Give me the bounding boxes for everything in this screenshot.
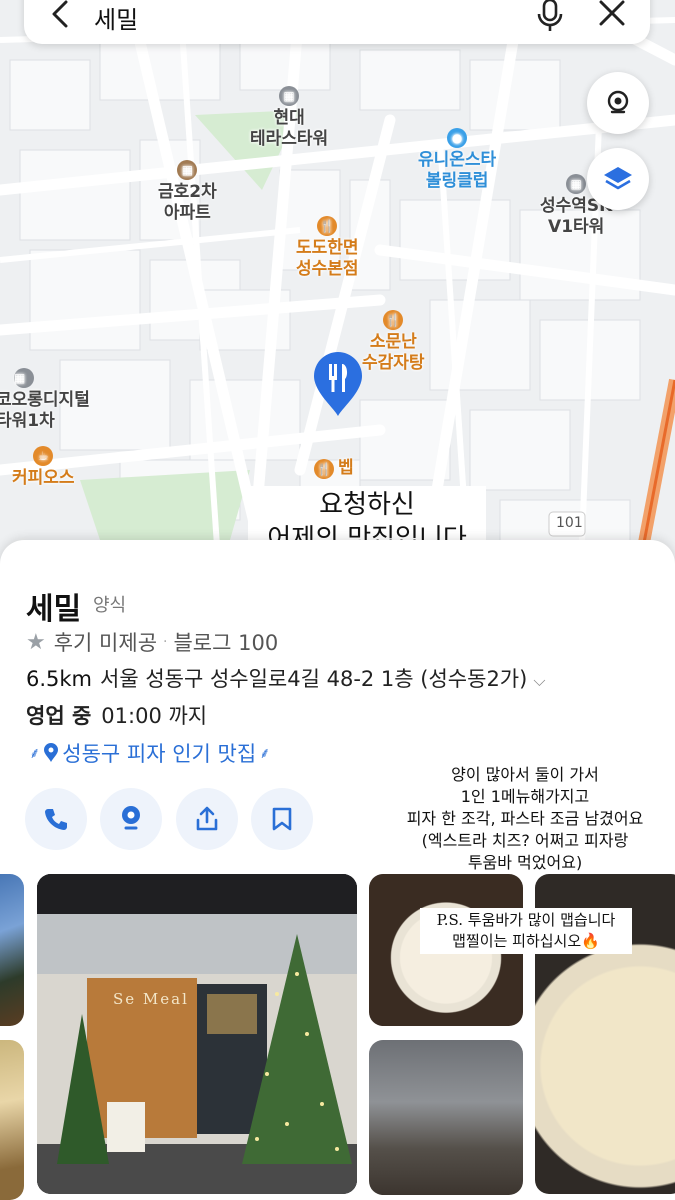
storefront-photo[interactable]: Se Meal <box>37 874 357 1194</box>
map-layers-button[interactable] <box>587 148 649 210</box>
map-view[interactable]: ▦ 현대 테라스타워 ● 유니온스타 볼링클럽 ▦ 금호2차 아파트 ▦ 성수역… <box>0 0 675 590</box>
poi-union-star-bowling[interactable]: ● 유니온스타 볼링클럽 <box>418 128 496 192</box>
ps-line-1: P.S. 투움바가 많이 맵습니다 <box>436 911 616 929</box>
address-row[interactable]: 6.5km 서울 성동구 성수일로4길 48-2 1층 (성수동2가) ⌵ <box>26 663 545 693</box>
search-bar: 세밀 <box>24 0 650 44</box>
microphone-icon[interactable] <box>532 0 568 34</box>
interior-photo[interactable] <box>369 1040 523 1195</box>
laurel-left-icon: ⸙ <box>29 744 41 762</box>
layers-icon <box>604 167 632 190</box>
poi-label: 유니온스타 볼링클럽 <box>418 150 497 191</box>
share-button[interactable] <box>176 788 238 850</box>
coffee-cup-icon: ☕ <box>33 446 54 466</box>
poi-label: 도도한면 성수본점 <box>296 238 359 279</box>
star-icon: ★ <box>26 629 46 655</box>
caption-line-1: 요청하신 <box>319 490 415 520</box>
distance: 6.5km <box>26 667 93 691</box>
review-summary: ★ 후기 미제공 · 블로그 100 <box>26 627 278 657</box>
poi-label: 벱 <box>338 458 354 478</box>
poi-label: 소문난 수감자탕 <box>362 332 425 373</box>
poi-coffee-os[interactable]: ☕ 커피오스 <box>12 446 75 489</box>
poi-label: 커피오스 <box>12 468 75 488</box>
laurel-right-icon: ⸙ <box>259 744 271 762</box>
separator-dot: · <box>163 634 168 650</box>
map-pin-icon <box>122 806 140 830</box>
poi-kumho-apartment[interactable]: ▦ 금호2차 아파트 <box>158 160 217 224</box>
bookmark-icon <box>272 807 292 831</box>
note-line-3: 피자 한 조각, 파스타 조금 남겼어요 <box>406 809 644 828</box>
rating-text: 후기 미제공 <box>53 631 158 655</box>
poi-somunnan-gamjatang[interactable]: 🍴 소문난 수감자탕 <box>362 310 425 374</box>
phone-icon <box>45 809 67 830</box>
address-text: 서울 성동구 성수일로4길 48-2 1층 (성수동2가) <box>100 667 528 691</box>
poi-dodohan-myeon[interactable]: 🍴 도도한면 성수본점 <box>296 216 359 280</box>
popular-badge[interactable]: ⸙ 성동구 피자 인기 맛집 ⸙ <box>26 738 273 768</box>
search-query[interactable]: 세밀 <box>94 0 138 35</box>
road-number: 101 <box>556 515 583 531</box>
place-detail-sheet: 세밀 양식 ★ 후기 미제공 · 블로그 100 6.5km 서울 성동구 성수일… <box>0 540 675 1200</box>
current-location-button[interactable] <box>587 72 649 134</box>
poi-label: 금호2차 아파트 <box>158 182 217 223</box>
note-line-2: 1인 1메뉴해가지고 <box>460 787 590 806</box>
share-icon <box>196 806 218 831</box>
bowling-icon: ● <box>447 128 468 148</box>
directions-button[interactable] <box>100 788 162 850</box>
ps-note-overlay: P.S. 투움바가 많이 맵습니다 맵찔이는 피하십시오🔥 <box>420 908 632 954</box>
fork-knife-icon: 🍴 <box>383 310 404 330</box>
call-button[interactable] <box>25 788 87 850</box>
storefront-illustration <box>37 874 357 1194</box>
save-button[interactable] <box>251 788 313 850</box>
fork-knife-icon: 🍴 <box>317 216 338 236</box>
location-target-icon <box>607 90 629 114</box>
closing-time: 01:00 까지 <box>101 704 208 728</box>
poi-beb[interactable]: 🍴 벱 <box>314 458 354 479</box>
note-line-4: (엑스트라 치즈? 어쩌고 피자랑 <box>421 831 629 850</box>
storefront-sign: Se Meal <box>113 990 189 1008</box>
fork-knife-icon: 🍴 <box>314 458 334 479</box>
chevron-left-icon[interactable] <box>46 0 76 34</box>
place-category: 양식 <box>93 595 127 616</box>
popular-tag-text: 성동구 피자 인기 맛집 <box>62 742 257 766</box>
apartment-icon: ▦ <box>177 160 198 180</box>
blog-review-count[interactable]: 블로그 100 <box>173 627 278 657</box>
selected-place-pin[interactable] <box>312 352 364 422</box>
place-name: 세밀 <box>26 592 82 627</box>
note-line-5: 투움바 먹었어요) <box>467 853 583 872</box>
photo-thumbnail[interactable] <box>0 874 24 1026</box>
poi-label: 코오롱디지털 타워1차 <box>0 390 90 431</box>
photo-thumbnail[interactable] <box>0 1040 24 1200</box>
close-icon[interactable] <box>594 0 630 34</box>
fork-knife-pin-icon <box>314 352 362 416</box>
building-icon: ▦ <box>566 174 587 194</box>
map-pin-icon <box>44 743 59 762</box>
hours-row[interactable]: 영업 중 01:00 까지 <box>26 700 207 730</box>
ps-line-2: 맵찔이는 피하십시오🔥 <box>452 932 600 950</box>
note-line-1: 양이 많아서 둘이 가서 <box>451 765 599 784</box>
chevron-down-icon[interactable]: ⌵ <box>533 671 545 690</box>
poi-label: 현대 테라스타워 <box>250 108 329 149</box>
building-icon: ▦ <box>279 86 300 106</box>
open-status: 영업 중 <box>26 704 92 728</box>
building-icon: ▦ <box>14 368 34 388</box>
review-note-overlay: 양이 많아서 둘이 가서 1인 1메뉴해가지고 피자 한 조각, 파스타 조금 … <box>380 764 670 874</box>
poi-kolon-digital-tower[interactable]: ▦ 코오롱디지털 타워1차 <box>0 368 90 432</box>
poi-hyundai-terrace-tower[interactable]: ▦ 현대 테라스타워 <box>250 86 328 150</box>
